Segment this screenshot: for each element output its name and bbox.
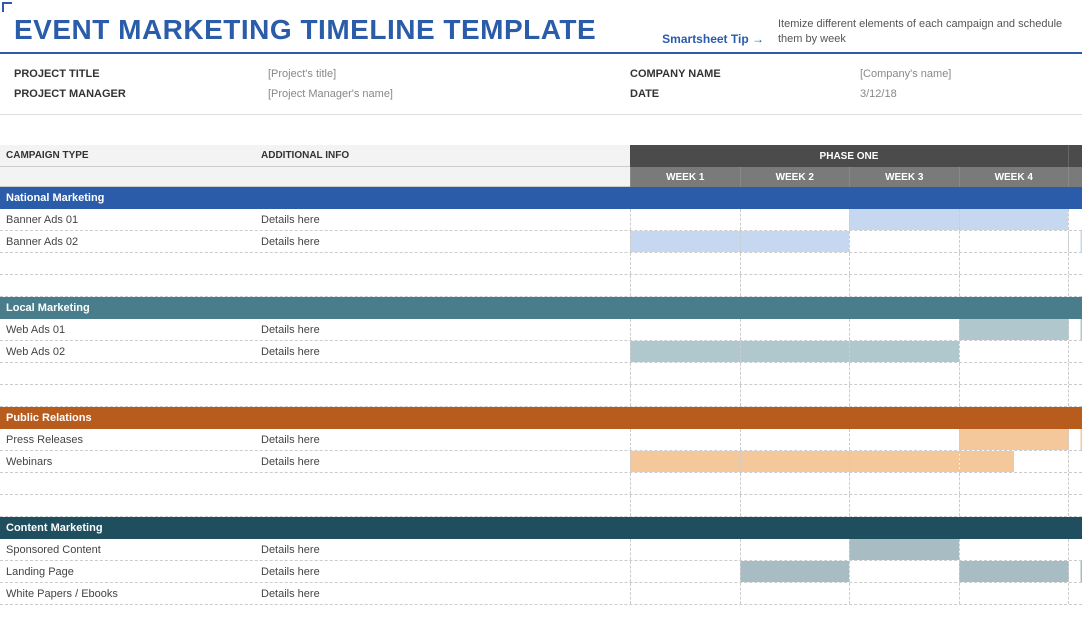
header: EVENT MARKETING TIMELINE TEMPLATE Smarts…	[0, 0, 1082, 54]
project-title-value[interactable]: [Project's title]	[268, 68, 336, 80]
gantt-bar[interactable]	[630, 341, 740, 362]
spacer	[0, 363, 1082, 385]
week-3: WEEK 3	[849, 167, 959, 187]
company-name-value[interactable]: [Company's name]	[860, 68, 951, 80]
col-phase-extra	[1068, 145, 1082, 167]
gantt-bar[interactable]	[959, 319, 1069, 340]
col-campaign-type: CAMPAIGN TYPE	[0, 145, 255, 167]
gantt-bar[interactable]	[740, 451, 850, 472]
category-pr: Public Relations	[0, 407, 1082, 429]
corner-marker	[2, 2, 12, 12]
company-name-label: COMPANY NAME	[630, 68, 860, 80]
table-row[interactable]: Press Releases Details here	[0, 429, 1082, 451]
tip-label: Smartsheet Tip →	[662, 32, 764, 46]
week-2: WEEK 2	[740, 167, 850, 187]
gantt-bar[interactable]	[740, 341, 850, 362]
gantt-bar[interactable]	[959, 209, 1069, 230]
col-phase-one: PHASE ONE	[630, 145, 1068, 167]
week-1: WEEK 1	[630, 167, 740, 187]
date-label: DATE	[630, 88, 860, 100]
gantt-bar[interactable]	[849, 451, 959, 472]
gantt-bar[interactable]	[959, 451, 1069, 472]
gantt-bar[interactable]	[849, 341, 959, 362]
category-content: Content Marketing	[0, 517, 1082, 539]
table-head-phase: CAMPAIGN TYPE ADDITIONAL INFO PHASE ONE	[0, 145, 1082, 167]
category-national: National Marketing	[0, 187, 1082, 209]
table-row[interactable]: Banner Ads 02 Details here	[0, 231, 1082, 253]
gantt-bar[interactable]	[849, 209, 959, 230]
category-local: Local Marketing	[0, 297, 1082, 319]
gantt-bar[interactable]	[959, 429, 1069, 450]
table-row[interactable]: Webinars Details here	[0, 451, 1082, 473]
project-title-label: PROJECT TITLE	[14, 68, 268, 80]
date-value[interactable]: 3/12/18	[860, 88, 897, 100]
gantt-bar[interactable]	[630, 231, 740, 252]
project-manager-value[interactable]: [Project Manager's name]	[268, 88, 393, 100]
week-4: WEEK 4	[959, 167, 1069, 187]
arrow-icon: →	[752, 32, 764, 46]
page-title: EVENT MARKETING TIMELINE TEMPLATE	[14, 14, 662, 46]
table-row[interactable]: Web Ads 02 Details here	[0, 341, 1082, 363]
gantt-bar[interactable]	[630, 451, 740, 472]
tip-description: Itemize different elements of each campa…	[778, 17, 1068, 46]
spacer	[0, 253, 1082, 275]
project-manager-label: PROJECT MANAGER	[14, 88, 268, 100]
spacer	[0, 275, 1082, 297]
timeline-table: CAMPAIGN TYPE ADDITIONAL INFO PHASE ONE …	[0, 145, 1082, 605]
spacer	[0, 385, 1082, 407]
table-row[interactable]: White Papers / Ebooks Details here	[0, 583, 1082, 605]
table-row[interactable]: Sponsored Content Details here	[0, 539, 1082, 561]
gantt-bar[interactable]	[959, 561, 1069, 582]
table-row[interactable]: Banner Ads 01 Details here	[0, 209, 1082, 231]
table-head-weeks: WEEK 1 WEEK 2 WEEK 3 WEEK 4	[0, 167, 1082, 187]
gantt-bar[interactable]	[740, 231, 850, 252]
table-row[interactable]: Landing Page Details here	[0, 561, 1082, 583]
gantt-bar[interactable]	[740, 561, 850, 582]
spacer	[0, 495, 1082, 517]
spacer	[0, 473, 1082, 495]
table-row[interactable]: Web Ads 01 Details here	[0, 319, 1082, 341]
col-additional-info: ADDITIONAL INFO	[255, 145, 630, 167]
meta-section: PROJECT TITLE [Project's title] PROJECT …	[0, 54, 1082, 115]
gantt-bar[interactable]	[849, 539, 959, 560]
